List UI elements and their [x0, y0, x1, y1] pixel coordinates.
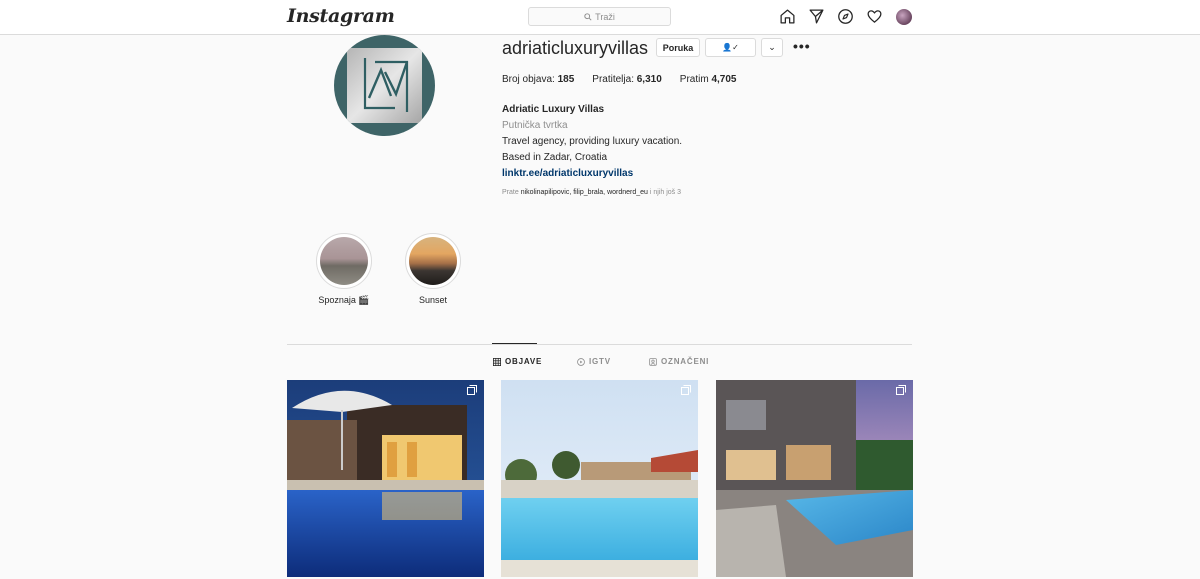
- profile-picture[interactable]: [334, 35, 435, 136]
- tab-igtv[interactable]: IGTV: [577, 357, 611, 366]
- tab-label: OZNAČENI: [661, 357, 710, 366]
- tabs-divider: [287, 344, 912, 345]
- multiple-posts-icon: [681, 385, 691, 395]
- av-logo-image: [347, 48, 422, 123]
- followers-label: Pratitelja:: [592, 74, 634, 85]
- posts-label: Broj objava:: [502, 74, 555, 85]
- followers-count[interactable]: Pratitelja: 6,310: [592, 74, 662, 85]
- profile-stats: Broj objava: 185 Pratitelja: 6,310 Prati…: [502, 74, 755, 85]
- search-icon: [584, 12, 592, 21]
- following-label: Pratim: [679, 74, 709, 85]
- following-value: 4,705: [711, 74, 737, 85]
- profile-full-name: Adriatic Luxury Villas: [502, 104, 605, 115]
- igtv-icon: [577, 357, 585, 366]
- tagged-icon: [649, 357, 657, 366]
- post-thumbnail[interactable]: [287, 380, 484, 577]
- nav-icons: [779, 8, 912, 25]
- profile-bio: Adriatic Luxury Villas Putnička tvrtka T…: [502, 102, 682, 182]
- villa-night-pool-image: [287, 380, 484, 577]
- profile-avatar[interactable]: [895, 8, 912, 25]
- chevron-down-icon: ⌄: [768, 42, 776, 52]
- following-check-icon: 👤✓: [722, 43, 739, 52]
- more-options-icon[interactable]: •••: [793, 39, 811, 53]
- highlight-cover: [409, 237, 457, 285]
- tab-posts[interactable]: OBJAVE: [493, 357, 542, 366]
- following-count[interactable]: Pratim 4,705: [680, 74, 737, 85]
- highlight-label: Spoznaja 🎬: [318, 295, 370, 305]
- highlight-sunset[interactable]: Sunset: [405, 233, 461, 305]
- followed-by-users: nikolinapilipovic, filip_brala, wordnerd…: [520, 189, 648, 196]
- bio-line-2: Based in Zadar, Croatia: [502, 152, 608, 163]
- highlight-spoznaja[interactable]: Spoznaja 🎬: [316, 233, 372, 306]
- profile-username: adriaticluxuryvillas: [502, 38, 649, 58]
- following-button[interactable]: 👤✓: [705, 38, 756, 57]
- instagram-logo[interactable]: Instagram: [287, 5, 395, 27]
- activity-heart-icon[interactable]: [866, 8, 883, 25]
- followers-value: 6,310: [636, 74, 662, 85]
- tab-tagged[interactable]: OZNAČENI: [649, 357, 709, 366]
- search-input[interactable]: Traži: [528, 7, 671, 26]
- tab-label: IGTV: [589, 357, 611, 366]
- highlight-ring: [316, 233, 372, 289]
- tab-label: OBJAVE: [505, 357, 543, 366]
- posts-value: 185: [557, 74, 575, 85]
- avatar: [895, 8, 912, 25]
- grid-icon: [493, 357, 501, 366]
- villa-dusk-pool-image: [716, 380, 913, 577]
- profile-category: Putnička tvrtka: [502, 120, 568, 131]
- home-icon[interactable]: [779, 8, 796, 25]
- explore-icon[interactable]: [837, 8, 854, 25]
- highlight-cover: [320, 237, 368, 285]
- search-placeholder: Traži: [595, 11, 615, 22]
- suggestions-dropdown-button[interactable]: ⌄: [761, 38, 783, 57]
- followed-by-suffix: i njih još 3: [649, 189, 682, 196]
- active-tab-indicator: [492, 343, 537, 344]
- followed-by[interactable]: Prate nikolinapilipovic, filip_brala, wo…: [502, 189, 681, 196]
- direct-icon[interactable]: [808, 8, 825, 25]
- posts-count: Broj objava: 185: [502, 74, 574, 85]
- highlight-label: Sunset: [418, 295, 448, 305]
- multiple-posts-icon: [467, 385, 477, 395]
- top-navbar: Instagram Traži: [0, 0, 1200, 35]
- followed-by-prefix: Prate: [502, 189, 519, 196]
- highlight-ring: [405, 233, 461, 289]
- post-thumbnail[interactable]: [501, 380, 698, 577]
- post-thumbnail[interactable]: [716, 380, 913, 577]
- villa-day-pool-image: [501, 380, 698, 577]
- bio-line-1: Travel agency, providing luxury vacation…: [502, 136, 683, 147]
- message-button[interactable]: Poruka: [656, 38, 700, 57]
- multiple-posts-icon: [896, 385, 906, 395]
- bio-link[interactable]: linktr.ee/adriaticluxuryvillas: [502, 166, 682, 182]
